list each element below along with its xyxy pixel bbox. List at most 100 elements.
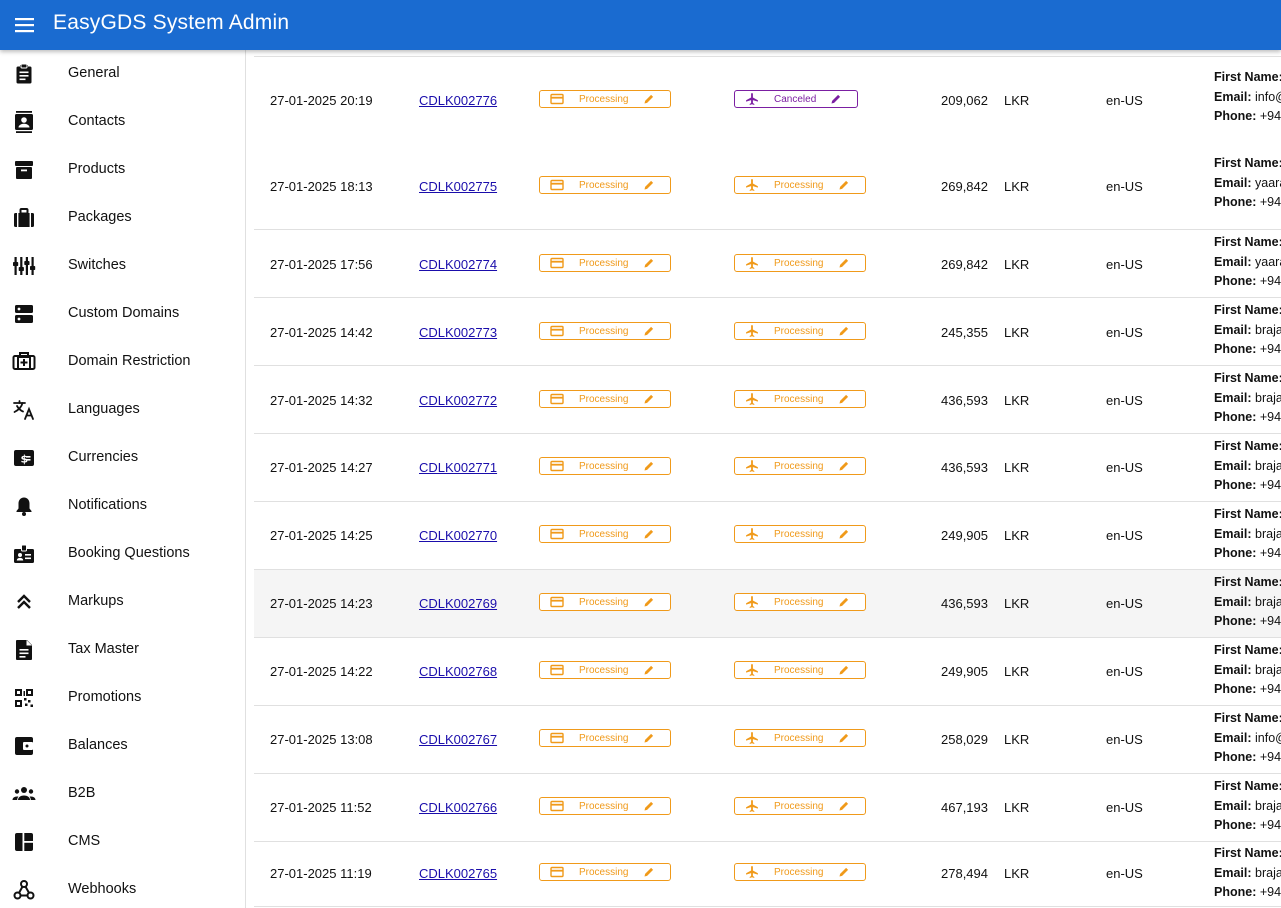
flight-status-chip[interactable]: Processing (734, 390, 866, 408)
booking-ref-link[interactable]: CDLK002772 (419, 393, 497, 408)
booking-ref-link[interactable]: CDLK002767 (419, 732, 497, 747)
booking-date: 27-01-2025 13:08 (270, 732, 373, 747)
contact-details: First Name: Email: braja Phone: +94 (1214, 844, 1281, 903)
table-row: 27-01-2025 18:13 CDLK002775 Processing P… (254, 143, 1281, 230)
sidebar-item-label: Packages (68, 209, 132, 225)
edit-pencil-icon[interactable] (643, 179, 655, 191)
booking-currency: LKR (1004, 257, 1030, 272)
booking-amount: 436,593 (941, 596, 988, 611)
first-name-label: First Name: (1214, 235, 1281, 249)
booking-date: 27-01-2025 14:22 (270, 664, 373, 679)
phone-value: +94 (1259, 274, 1281, 288)
booking-ref-link[interactable]: CDLK002770 (419, 528, 497, 543)
payment-status-chip[interactable]: Processing (539, 254, 671, 272)
sidebar-item-promotions[interactable]: Promotions (0, 674, 245, 722)
flight-status-chip[interactable]: Processing (734, 863, 866, 881)
edit-pencil-icon[interactable] (643, 460, 655, 472)
payment-status-chip[interactable]: Processing (539, 90, 671, 108)
flight-status-chip[interactable]: Processing (734, 525, 866, 543)
payment-status-label: Processing (579, 326, 629, 337)
flight-status-chip[interactable]: Processing (734, 322, 866, 340)
sidebar-item-b2b[interactable]: B2B (0, 770, 245, 818)
sidebar-item-custom-domains[interactable]: Custom Domains (0, 290, 245, 338)
sidebar-item-notifications[interactable]: Notifications (0, 482, 245, 530)
edit-pencil-icon[interactable] (643, 800, 655, 812)
edit-pencil-icon[interactable] (643, 596, 655, 608)
phone-label: Phone: (1214, 614, 1257, 628)
sidebar-item-balances[interactable]: Balances (0, 722, 245, 770)
booking-date: 27-01-2025 11:19 (270, 866, 372, 881)
edit-pencil-icon[interactable] (643, 866, 655, 878)
email-value: info@ (1255, 89, 1281, 104)
edit-pencil-icon[interactable] (838, 800, 850, 812)
menu-icon[interactable] (14, 15, 36, 35)
sidebar-item-cms[interactable]: CMS (0, 818, 245, 866)
edit-pencil-icon[interactable] (643, 257, 655, 269)
edit-pencil-icon[interactable] (838, 596, 850, 608)
edit-pencil-icon[interactable] (838, 179, 850, 191)
sidebar-item-languages[interactable]: Languages (0, 386, 245, 434)
edit-pencil-icon[interactable] (838, 732, 850, 744)
flight-status-chip[interactable]: Processing (734, 593, 866, 611)
edit-pencil-icon[interactable] (643, 393, 655, 405)
sidebar-item-packages[interactable]: Packages (0, 194, 245, 242)
flight-status-chip[interactable]: Processing (734, 797, 866, 815)
sidebar-item-products[interactable]: Products (0, 146, 245, 194)
edit-pencil-icon[interactable] (838, 393, 850, 405)
payment-status-chip[interactable]: Processing (539, 729, 671, 747)
sidebar-item-webhooks[interactable]: Webhooks (0, 866, 245, 908)
edit-pencil-icon[interactable] (838, 460, 850, 472)
edit-pencil-icon[interactable] (643, 732, 655, 744)
edit-pencil-icon[interactable] (830, 93, 842, 105)
payment-status-label: Processing (579, 801, 629, 812)
edit-pencil-icon[interactable] (643, 528, 655, 540)
booking-ref-link[interactable]: CDLK002765 (419, 866, 497, 881)
edit-pencil-icon[interactable] (838, 528, 850, 540)
flight-status-chip[interactable]: Canceled (734, 90, 858, 108)
edit-pencil-icon[interactable] (643, 664, 655, 676)
booking-ref-link[interactable]: CDLK002776 (419, 93, 497, 108)
sidebar-item-currencies[interactable]: $ Currencies (0, 434, 245, 482)
booking-ref-link[interactable]: CDLK002768 (419, 664, 497, 679)
payment-status-chip[interactable]: Processing (539, 797, 671, 815)
edit-pencil-icon[interactable] (643, 325, 655, 337)
flight-status-chip[interactable]: Processing (734, 729, 866, 747)
phone-label: Phone: (1214, 750, 1257, 764)
payment-status-chip[interactable]: Processing (539, 457, 671, 475)
edit-pencil-icon[interactable] (643, 93, 655, 105)
sidebar-item-general[interactable]: General (0, 50, 245, 98)
booking-ref-link[interactable]: CDLK002773 (419, 325, 497, 340)
payment-status-chip[interactable]: Processing (539, 863, 671, 881)
email-label: Email: (1214, 865, 1252, 880)
payment-status-chip[interactable]: Processing (539, 176, 671, 194)
booking-ref-link[interactable]: CDLK002774 (419, 257, 497, 272)
edit-pencil-icon[interactable] (838, 664, 850, 676)
payment-status-chip[interactable]: Processing (539, 322, 671, 340)
edit-pencil-icon[interactable] (838, 257, 850, 269)
sidebar-item-booking-questions[interactable]: Booking Questions (0, 530, 245, 578)
edit-pencil-icon[interactable] (838, 866, 850, 878)
sidebar-item-domain-restriction[interactable]: Domain Restriction (0, 338, 245, 386)
booking-ref-link[interactable]: CDLK002766 (419, 800, 497, 815)
booking-amount: 436,593 (941, 393, 988, 408)
flight-status-chip[interactable]: Processing (734, 254, 866, 272)
sidebar-item-tax-master[interactable]: Tax Master (0, 626, 245, 674)
payment-status-chip[interactable]: Processing (539, 525, 671, 543)
sidebar-item-contacts[interactable]: Contacts (0, 98, 245, 146)
flight-status-chip[interactable]: Processing (734, 661, 866, 679)
sidebar-item-markups[interactable]: Markups (0, 578, 245, 626)
flight-status-chip[interactable]: Processing (734, 176, 866, 194)
edit-pencil-icon[interactable] (838, 325, 850, 337)
flight-status-chip[interactable]: Processing (734, 457, 866, 475)
payment-status-chip[interactable]: Processing (539, 661, 671, 679)
payment-status-chip[interactable]: Processing (539, 390, 671, 408)
booking-date: 27-01-2025 14:23 (270, 596, 373, 611)
booking-ref-link[interactable]: CDLK002775 (419, 179, 497, 194)
booking-ref-link[interactable]: CDLK002769 (419, 596, 497, 611)
booking-ref-link[interactable]: CDLK002771 (419, 460, 497, 475)
sidebar-item-switches[interactable]: Switches (0, 242, 245, 290)
payment-status-chip[interactable]: Processing (539, 593, 671, 611)
clipboard-icon (12, 62, 36, 86)
booking-currency: LKR (1004, 596, 1030, 611)
email-label: Email: (1214, 662, 1252, 677)
